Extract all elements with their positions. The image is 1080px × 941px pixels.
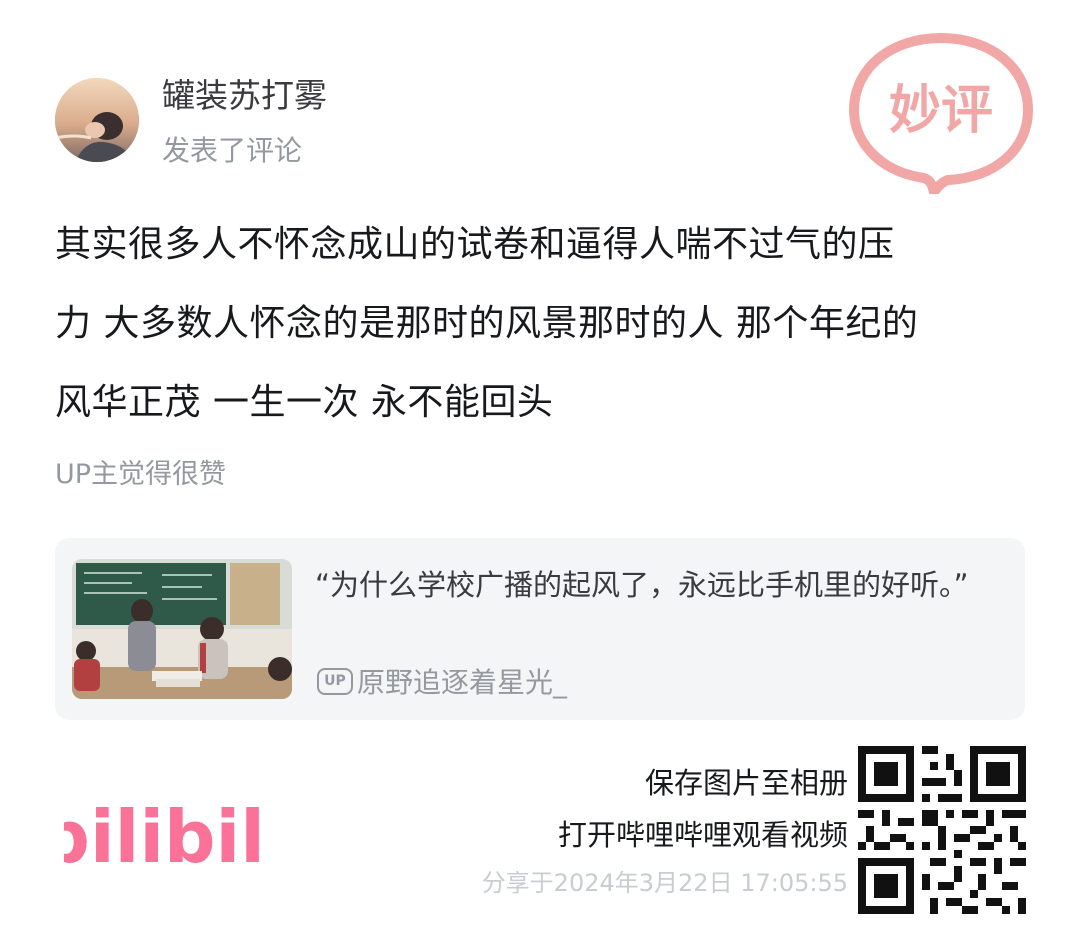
video-uploader[interactable]: UP 原野追逐着星光_ [317, 663, 567, 699]
up-icon: UP [317, 667, 353, 695]
bilibili-logo: bilibili [64, 795, 264, 879]
comment-action-label: 发表了评论 [162, 134, 303, 167]
up-liked-label: UP主觉得很赞 [55, 459, 227, 490]
save-to-album-label: 保存图片至相册 [644, 766, 848, 800]
logo-text: bilibili [64, 795, 264, 879]
comment-line: 力 大多数人怀念的是那时的风景那时的人 那个年纪的 [55, 303, 919, 344]
avatar[interactable] [55, 78, 139, 162]
video-card[interactable]: “为什么学校广播的起风了，永远比手机里的好听。” UP 原野追逐着星光_ [55, 538, 1025, 720]
open-app-label: 打开哔哩哔哩观看视频 [557, 818, 848, 852]
user-name[interactable]: 罐装苏打雾 [162, 74, 327, 118]
video-title[interactable]: “为什么学校广播的起风了，永远比手机里的好听。” [315, 558, 1005, 613]
featured-comment-badge: 妙评 [849, 33, 1033, 194]
comment-line: 风华正茂 一生一次 永不能回头 [55, 382, 554, 423]
badge-label: 妙评 [889, 81, 993, 141]
avatar-image [55, 78, 139, 162]
comment-body: 其实很多人不怀念成山的试卷和逼得人喘不过气的压 力 大多数人怀念的是那时的风景那… [55, 205, 1030, 442]
video-thumbnail-image [72, 559, 292, 699]
video-thumbnail[interactable] [72, 559, 292, 699]
comment-line: 其实很多人不怀念成山的试卷和逼得人喘不过气的压 [55, 224, 895, 265]
uploader-name: 原野追逐着星光_ [357, 666, 568, 699]
share-timestamp: 分享于2024年3月22日 17:05:55 [481, 869, 848, 897]
qr-code [858, 746, 1026, 914]
